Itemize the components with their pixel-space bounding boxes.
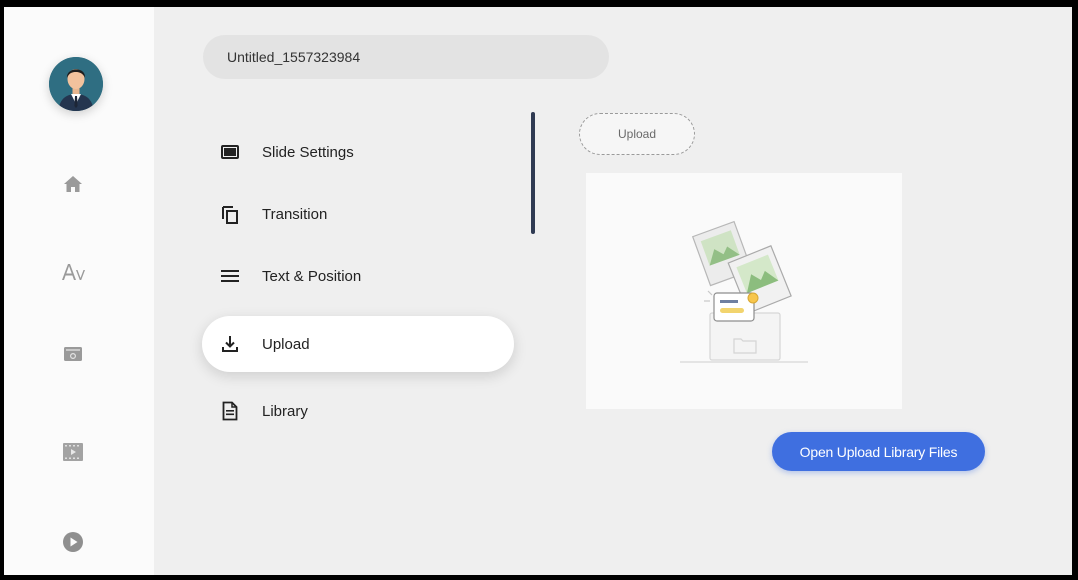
app-frame: Untitled_1557323984 Slide Settings Trans… (4, 7, 1072, 575)
text-style-icon[interactable] (60, 259, 86, 285)
project-title[interactable]: Untitled_1557323984 (203, 35, 609, 79)
project-title-text: Untitled_1557323984 (227, 49, 361, 65)
menu-item-slide-settings[interactable]: Slide Settings (202, 124, 514, 180)
video-icon[interactable] (60, 439, 86, 465)
section-scroll-indicator[interactable] (531, 112, 535, 234)
menu-item-label: Slide Settings (262, 143, 354, 161)
media-box-icon[interactable] (60, 341, 86, 367)
upload-chip-label: Upload (617, 127, 657, 141)
menu-item-upload[interactable]: Upload (202, 316, 514, 372)
image-files-illustration (680, 220, 808, 363)
transition-icon (220, 204, 240, 224)
upload-preview-area[interactable] (586, 173, 902, 409)
menu-item-label: Library (262, 402, 308, 420)
play-icon[interactable] (60, 529, 86, 555)
menu-item-label: Text & Position (262, 267, 362, 285)
avatar[interactable] (49, 57, 103, 111)
library-icon (220, 401, 240, 421)
menu-item-transition[interactable]: Transition (202, 186, 514, 242)
upload-chip[interactable]: Upload (579, 113, 695, 155)
text-position-icon (220, 266, 240, 286)
upload-icon (220, 334, 240, 354)
slide-settings-icon (220, 142, 240, 162)
menu-item-library[interactable]: Library (202, 383, 514, 439)
menu-item-label: Upload (262, 335, 310, 353)
menu-item-label: Transition (262, 205, 328, 223)
home-icon[interactable] (60, 171, 86, 197)
menu-item-text-position[interactable]: Text & Position (202, 248, 514, 304)
left-rail (4, 7, 154, 575)
open-upload-library-button[interactable]: Open Upload Library Files (772, 432, 985, 471)
